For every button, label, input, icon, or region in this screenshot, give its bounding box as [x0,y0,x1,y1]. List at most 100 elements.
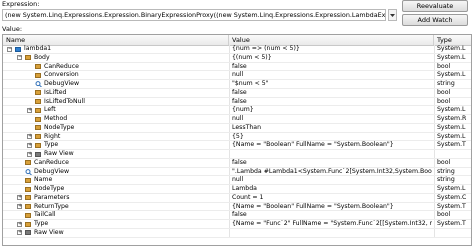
column-divider [434,106,435,114]
table-row[interactable]: IsLiftedToNull false bool [3,97,471,107]
table-row[interactable]: + Right {5} System.L [3,132,471,142]
row-name: CanReduce [44,62,79,70]
row-value[interactable] [232,229,432,237]
row-name: NodeType [44,123,75,131]
row-value[interactable]: "$num < 5" [232,80,432,88]
column-divider [434,193,435,202]
visualizer-magnifier-icon[interactable] [25,168,32,175]
table-row[interactable]: − Body {(num < 5)} System.L [3,53,471,63]
row-value[interactable]: LessThan [232,124,432,132]
expand-toggle-icon[interactable]: + [17,195,22,201]
table-row[interactable]: CanReduce false bool [3,158,471,168]
row-value[interactable]: null [232,71,432,79]
row-value[interactable]: false [232,63,432,71]
expand-toggle-icon[interactable]: + [17,221,22,227]
property-icon [25,177,31,183]
row-value[interactable]: {Name = "Func`2" FullName = "System.Func… [232,220,432,228]
table-row[interactable]: − lambda1 {num => (num < 5)} System.L [3,45,471,54]
column-divider [434,220,435,228]
table-row[interactable]: IsLifted false bool [3,88,471,98]
row-type: System.L [437,185,466,192]
column-divider [434,211,435,219]
visualizer-magnifier-icon[interactable] [35,81,42,87]
add-watch-button[interactable]: Add Watch [402,14,468,26]
table-row[interactable]: Conversion null System.L [3,71,471,80]
row-value[interactable]: {Name = "Boolean" FullName = "System.Boo… [232,141,432,149]
column-header-name[interactable]: Name [3,35,229,45]
row-value[interactable]: false [232,98,432,106]
table-row[interactable]: + Type {Name = "Func`2" FullName = "System… [3,220,471,229]
expand-toggle-icon[interactable]: + [17,230,22,236]
table-row[interactable]: NodeType Lambda System.L [3,185,471,194]
row-value[interactable]: false [232,211,432,219]
table-row[interactable]: + ReturnType {Name = "Boolean" FullName = … [3,202,471,212]
column-header-value[interactable]: Value [229,35,434,45]
collapse-toggle-icon[interactable]: − [7,46,12,52]
value-label: Value: [2,25,23,33]
expand-toggle-icon[interactable]: + [27,107,32,113]
property-icon [25,160,31,166]
table-row[interactable]: Name null string [3,176,471,185]
column-header-type[interactable]: Type [434,35,471,45]
table-row[interactable]: + Type {Name = "Boolean" FullName = "Syste… [3,141,471,150]
collapse-toggle-icon[interactable]: − [17,55,22,61]
row-type: System.C [437,193,467,201]
row-value[interactable]: {(num < 5)} [232,54,432,62]
table-row[interactable]: CanReduce false bool [3,62,471,72]
row-value[interactable]: Lambda [232,185,432,193]
table-row[interactable]: Method null System.R [3,115,471,124]
column-divider [229,106,230,114]
column-divider [229,228,230,237]
table-row[interactable]: + Raw View [3,228,471,238]
row-value[interactable] [232,150,432,158]
property-icon [35,125,41,131]
row-type: bool [437,158,451,166]
column-divider [229,88,230,97]
column-divider [434,158,435,167]
column-divider [229,185,230,193]
expand-toggle-icon[interactable]: + [27,151,32,157]
property-icon [25,204,31,209]
row-value[interactable]: {Name = "Boolean" FullName = "System.Boo… [232,203,432,211]
reevaluate-button[interactable]: Reevaluate [402,0,468,12]
row-name: DebugView [44,80,80,87]
row-name: IsLiftedToNull [44,97,85,105]
value-grid[interactable]: Name Value Type − lambda1 {num => (num < 5… [2,34,472,246]
column-divider [229,53,230,62]
row-value[interactable]: Count = 1 [232,194,432,202]
row-value[interactable]: {num} [232,106,432,114]
table-row[interactable]: NodeType LessThan System.L [3,123,471,133]
expression-dropdown-button[interactable] [388,9,397,21]
table-row[interactable]: TailCall false bool [3,211,471,220]
row-value[interactable]: false [232,159,432,167]
row-name: TailCall [34,211,56,219]
table-row[interactable]: DebugView ".Lambda #Lambda1<System.Func`2… [3,167,471,177]
row-value[interactable]: {num => (num < 5)} [232,45,432,53]
expression-input[interactable]: (new System.Linq.Expressions.Expression.… [2,9,386,21]
table-row[interactable]: + Parameters Count = 1 System.C [3,193,471,203]
column-divider [434,53,435,62]
row-type: bool [437,88,451,96]
table-row[interactable]: + Raw View [3,150,471,159]
row-type: string [437,80,455,87]
row-type: System.R [437,115,467,122]
row-type: System.L [437,123,466,131]
table-row[interactable]: + Left {num} System.L [3,106,471,115]
row-type: System.L [437,45,466,52]
row-name: ReturnType [34,202,69,210]
expand-toggle-icon[interactable]: + [27,134,32,139]
row-value[interactable]: false [232,89,432,97]
row-value[interactable]: null [232,176,432,184]
row-type: bool [437,211,451,219]
raw-view-icon [25,230,31,236]
expand-toggle-icon[interactable]: + [17,204,22,209]
row-name: Raw View [44,150,74,157]
expand-toggle-icon[interactable]: + [27,142,32,148]
table-row[interactable]: DebugView "$num < 5" string [3,80,471,89]
row-value[interactable]: null [232,115,432,123]
property-icon [35,99,41,104]
row-value[interactable]: ".Lambda #Lambda1<System.Func`2[System.I… [232,168,432,176]
row-name: CanReduce [34,158,69,166]
column-divider [434,202,435,211]
row-value[interactable]: {5} [232,133,432,141]
